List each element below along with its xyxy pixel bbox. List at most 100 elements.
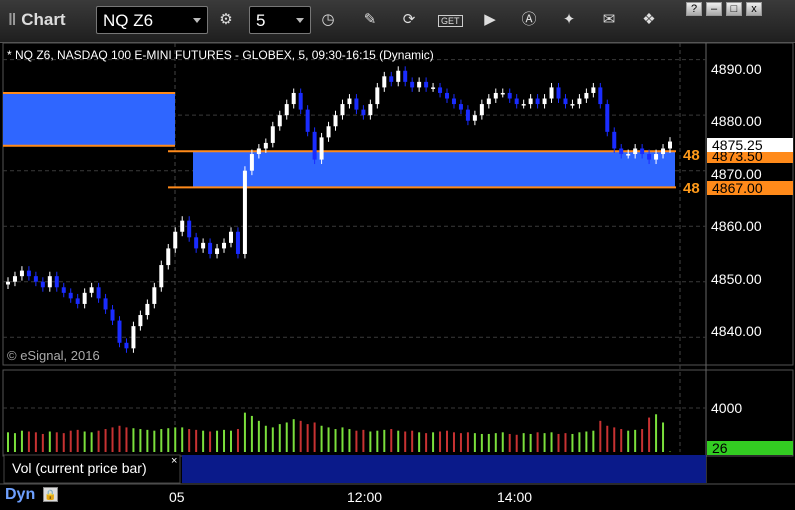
candle-body: [96, 287, 101, 299]
candle-body: [389, 76, 394, 82]
candle-body: [194, 237, 199, 249]
candle-body: [598, 87, 603, 105]
candle-body: [654, 154, 659, 160]
candle-body: [417, 81, 422, 88]
candle-body: [458, 104, 463, 110]
lock-icon[interactable]: 🔒: [43, 487, 58, 502]
candle-body: [563, 98, 568, 105]
candle-body: [319, 137, 324, 160]
candle-body: [424, 81, 429, 88]
price-chart[interactable]: [0, 0, 795, 510]
candle-body: [354, 98, 359, 110]
candle-body: [263, 142, 268, 149]
candle-body: [528, 98, 533, 105]
candle-body: [640, 148, 645, 155]
candle-body: [438, 87, 443, 93]
dynamic-mode-label[interactable]: Dyn: [5, 486, 35, 504]
candle-body: [347, 98, 352, 105]
candle-body: [521, 104, 526, 106]
last-price-tag: 4875.25: [707, 138, 793, 152]
candle-body: [542, 98, 547, 105]
candle-body: [103, 298, 108, 310]
candle-body: [661, 148, 666, 155]
candle-body: [208, 242, 213, 254]
candle-body: [138, 315, 143, 327]
time-tick: 14:00: [497, 489, 533, 505]
candle-body: [222, 242, 227, 249]
candle-body: [110, 309, 115, 321]
candle-body: [326, 126, 331, 138]
candle-body: [159, 265, 164, 288]
candle-body: [256, 148, 261, 155]
candle-body: [507, 92, 512, 99]
candle-body: [298, 92, 303, 110]
candle-body: [249, 154, 254, 171]
volume-current-tag: 26: [707, 441, 793, 455]
candle-body: [68, 292, 73, 299]
candle-body: [535, 98, 540, 105]
candle-body: [410, 81, 415, 88]
candle-body: [633, 148, 638, 155]
candle-body: [173, 231, 178, 249]
candle-body: [340, 104, 345, 116]
time-axis-band: [0, 484, 795, 510]
candle-body: [40, 281, 45, 288]
candle-body: [612, 131, 617, 149]
candle-body: [479, 104, 484, 116]
candle-body: [19, 270, 24, 277]
candle-body: [472, 115, 477, 121]
candle-body: [431, 87, 436, 89]
candle-body: [89, 287, 94, 293]
candle-body: [228, 231, 233, 243]
chart-window: ‖ Chart NQ Z6 ⚙ 5 ◷ ✎ ⟳ GET ▶ Ⓐ ✦ ✉ ❖ ? …: [0, 0, 795, 510]
candle-body: [117, 320, 122, 343]
candle-body: [465, 109, 470, 121]
price-tick: 4840.00: [711, 323, 762, 339]
volume-label-strip: [182, 455, 706, 483]
candle-body: [626, 154, 631, 156]
candle-body: [556, 87, 561, 99]
volume-study-close-button[interactable]: ×: [171, 455, 177, 467]
current-session-zone: [193, 151, 675, 188]
candle-body: [131, 326, 136, 349]
time-tick: 12:00: [347, 489, 383, 505]
candle-body: [549, 87, 554, 99]
candle-body: [333, 115, 338, 127]
candle-body: [619, 148, 624, 155]
candle-body: [500, 92, 505, 95]
candle-body: [180, 220, 185, 232]
level-marker-lower: 48: [683, 180, 700, 197]
price-tick: 4850.00: [711, 271, 762, 287]
price-tick: 4880.00: [711, 113, 762, 129]
volume-study-label: Vol (current price bar): [12, 460, 147, 476]
candle-body: [514, 98, 519, 105]
candle-body: [47, 276, 52, 288]
candle-body: [375, 87, 380, 105]
candle-body: [291, 92, 296, 105]
prior-session-zone: [3, 92, 175, 146]
candle-body: [82, 292, 87, 304]
candle-body: [668, 141, 672, 149]
candle-body: [451, 98, 456, 105]
candle-body: [166, 248, 171, 266]
time-tick: 05: [169, 489, 185, 505]
level-lower-tag: 4867.00: [707, 181, 793, 195]
candle-body: [305, 109, 310, 132]
candle-body: [577, 98, 582, 105]
candle-body: [493, 92, 498, 99]
candle-body: [584, 92, 589, 99]
candle-body: [591, 87, 596, 93]
candle-body: [26, 270, 31, 277]
candle-body: [152, 287, 157, 304]
candle-body: [54, 276, 59, 288]
candle-body: [75, 298, 80, 304]
candle-body: [270, 126, 275, 143]
chart-description: * NQ Z6, NASDAQ 100 E-MINI FUTURES - GLO…: [7, 48, 434, 62]
candle-body: [61, 287, 66, 293]
candle-body: [312, 131, 317, 160]
candle-body: [6, 281, 10, 285]
candle-body: [445, 92, 450, 99]
candle-body: [570, 104, 575, 106]
candle-body: [382, 76, 387, 88]
candle-body: [215, 248, 220, 254]
